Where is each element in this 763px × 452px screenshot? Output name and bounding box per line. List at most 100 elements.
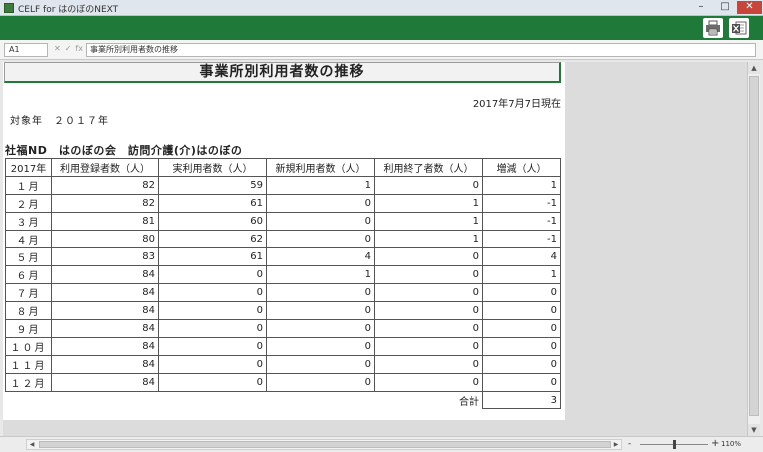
report-date[interactable]: 2017年7月7日現在 [473, 95, 561, 110]
change-cell[interactable]: 0 [482, 319, 561, 338]
new-cell[interactable]: 0 [266, 372, 375, 392]
cancel-icon[interactable]: ✕ [54, 43, 61, 55]
ended-cell[interactable]: 1 [374, 211, 483, 231]
actual-cell[interactable]: 62 [158, 229, 267, 249]
change-cell[interactable]: 0 [482, 354, 561, 374]
zoom-slider-thumb[interactable] [673, 440, 676, 449]
vertical-scroll-thumb[interactable] [749, 76, 759, 416]
new-cell[interactable]: 0 [266, 229, 375, 249]
change-cell[interactable]: 1 [482, 265, 561, 285]
total-value[interactable]: 3 [482, 390, 561, 410]
ended-cell[interactable]: 0 [374, 319, 483, 338]
column-header[interactable]: 増減（人） [482, 158, 561, 177]
change-cell[interactable]: -1 [482, 193, 561, 213]
month-cell[interactable]: １０月 [5, 336, 52, 356]
scroll-down-icon[interactable]: ▼ [748, 424, 760, 436]
new-cell[interactable]: 0 [266, 211, 375, 231]
registered-cell[interactable]: 82 [51, 175, 159, 195]
actual-cell[interactable]: 60 [158, 211, 267, 231]
horizontal-scroll-thumb[interactable] [39, 441, 611, 448]
new-cell[interactable]: 1 [266, 265, 375, 285]
new-cell[interactable]: 0 [266, 301, 375, 321]
change-cell[interactable]: 1 [482, 175, 561, 195]
ended-cell[interactable]: 1 [374, 193, 483, 213]
month-cell[interactable]: ５月 [5, 247, 52, 267]
change-cell[interactable]: 0 [482, 301, 561, 321]
registered-cell[interactable]: 82 [51, 193, 159, 213]
column-header[interactable]: 実利用者数（人） [158, 158, 267, 177]
actual-cell[interactable]: 61 [158, 193, 267, 213]
vertical-scrollbar[interactable]: ▲ ▼ [747, 62, 760, 436]
print-button[interactable] [703, 18, 723, 38]
new-cell[interactable]: 0 [266, 336, 375, 356]
ended-cell[interactable]: 0 [374, 247, 483, 267]
new-cell[interactable]: 4 [266, 247, 375, 267]
scroll-up-icon[interactable]: ▲ [748, 62, 760, 74]
registered-cell[interactable]: 84 [51, 319, 159, 338]
new-cell[interactable]: 0 [266, 283, 375, 303]
month-cell[interactable]: ３月 [5, 211, 52, 231]
column-header[interactable]: 利用登録者数（人） [51, 158, 159, 177]
registered-cell[interactable]: 84 [51, 372, 159, 392]
change-cell[interactable]: 0 [482, 372, 561, 392]
month-cell[interactable]: ９月 [5, 319, 52, 338]
registered-cell[interactable]: 84 [51, 336, 159, 356]
ended-cell[interactable]: 1 [374, 229, 483, 249]
maximize-button[interactable]: □ [713, 1, 737, 14]
actual-cell[interactable]: 0 [158, 265, 267, 285]
new-cell[interactable]: 0 [266, 193, 375, 213]
month-cell[interactable]: ６月 [5, 265, 52, 285]
horizontal-scrollbar[interactable]: ◀ ▶ [26, 439, 622, 450]
minimize-button[interactable]: – [689, 1, 713, 14]
change-cell[interactable]: -1 [482, 229, 561, 249]
report-title[interactable]: 事業所別利用者数の推移 [4, 62, 561, 83]
actual-cell[interactable]: 61 [158, 247, 267, 267]
column-header[interactable]: 利用終了者数（人） [374, 158, 483, 177]
change-cell[interactable]: 0 [482, 336, 561, 356]
change-cell[interactable]: -1 [482, 211, 561, 231]
month-cell[interactable]: １２月 [5, 372, 52, 392]
total-label[interactable]: 合計 [6, 391, 483, 409]
new-cell[interactable]: 0 [266, 319, 375, 338]
column-header[interactable]: 新規利用者数（人） [266, 158, 375, 177]
change-cell[interactable]: 4 [482, 247, 561, 267]
ended-cell[interactable]: 0 [374, 336, 483, 356]
registered-cell[interactable]: 81 [51, 211, 159, 231]
registered-cell[interactable]: 84 [51, 354, 159, 374]
actual-cell[interactable]: 59 [158, 175, 267, 195]
ended-cell[interactable]: 0 [374, 354, 483, 374]
month-cell[interactable]: ４月 [5, 229, 52, 249]
actual-cell[interactable]: 0 [158, 283, 267, 303]
month-cell[interactable]: ２月 [5, 193, 52, 213]
ended-cell[interactable]: 0 [374, 175, 483, 195]
month-cell[interactable]: ７月 [5, 283, 52, 303]
scroll-right-icon[interactable]: ▶ [611, 440, 621, 449]
column-header[interactable]: 2017年 [5, 158, 52, 177]
facility-name[interactable]: 社福ND はのぼの会 訪問介護(介)はのぼの [5, 142, 242, 158]
month-cell[interactable]: １月 [5, 175, 52, 195]
month-cell[interactable]: ８月 [5, 301, 52, 321]
ended-cell[interactable]: 0 [374, 301, 483, 321]
new-cell[interactable]: 1 [266, 175, 375, 195]
function-icon[interactable]: fx [75, 43, 83, 55]
ended-cell[interactable]: 0 [374, 372, 483, 392]
name-box[interactable]: A1 [4, 43, 48, 57]
change-cell[interactable]: 0 [482, 283, 561, 303]
close-button[interactable]: ✕ [737, 1, 762, 14]
new-cell[interactable]: 0 [266, 354, 375, 374]
actual-cell[interactable]: 0 [158, 336, 267, 356]
month-cell[interactable]: １１月 [5, 354, 52, 374]
actual-cell[interactable]: 0 [158, 319, 267, 338]
registered-cell[interactable]: 84 [51, 283, 159, 303]
zoom-out-button[interactable]: - [628, 439, 631, 449]
zoom-in-button[interactable]: + [711, 438, 719, 449]
registered-cell[interactable]: 83 [51, 247, 159, 267]
ended-cell[interactable]: 0 [374, 283, 483, 303]
scroll-left-icon[interactable]: ◀ [27, 440, 37, 449]
confirm-icon[interactable]: ✓ [65, 43, 72, 55]
registered-cell[interactable]: 84 [51, 301, 159, 321]
target-year[interactable]: 対象年 ２０１７年 [10, 112, 109, 127]
actual-cell[interactable]: 0 [158, 301, 267, 321]
actual-cell[interactable]: 0 [158, 354, 267, 374]
excel-export-button[interactable] [729, 18, 749, 38]
